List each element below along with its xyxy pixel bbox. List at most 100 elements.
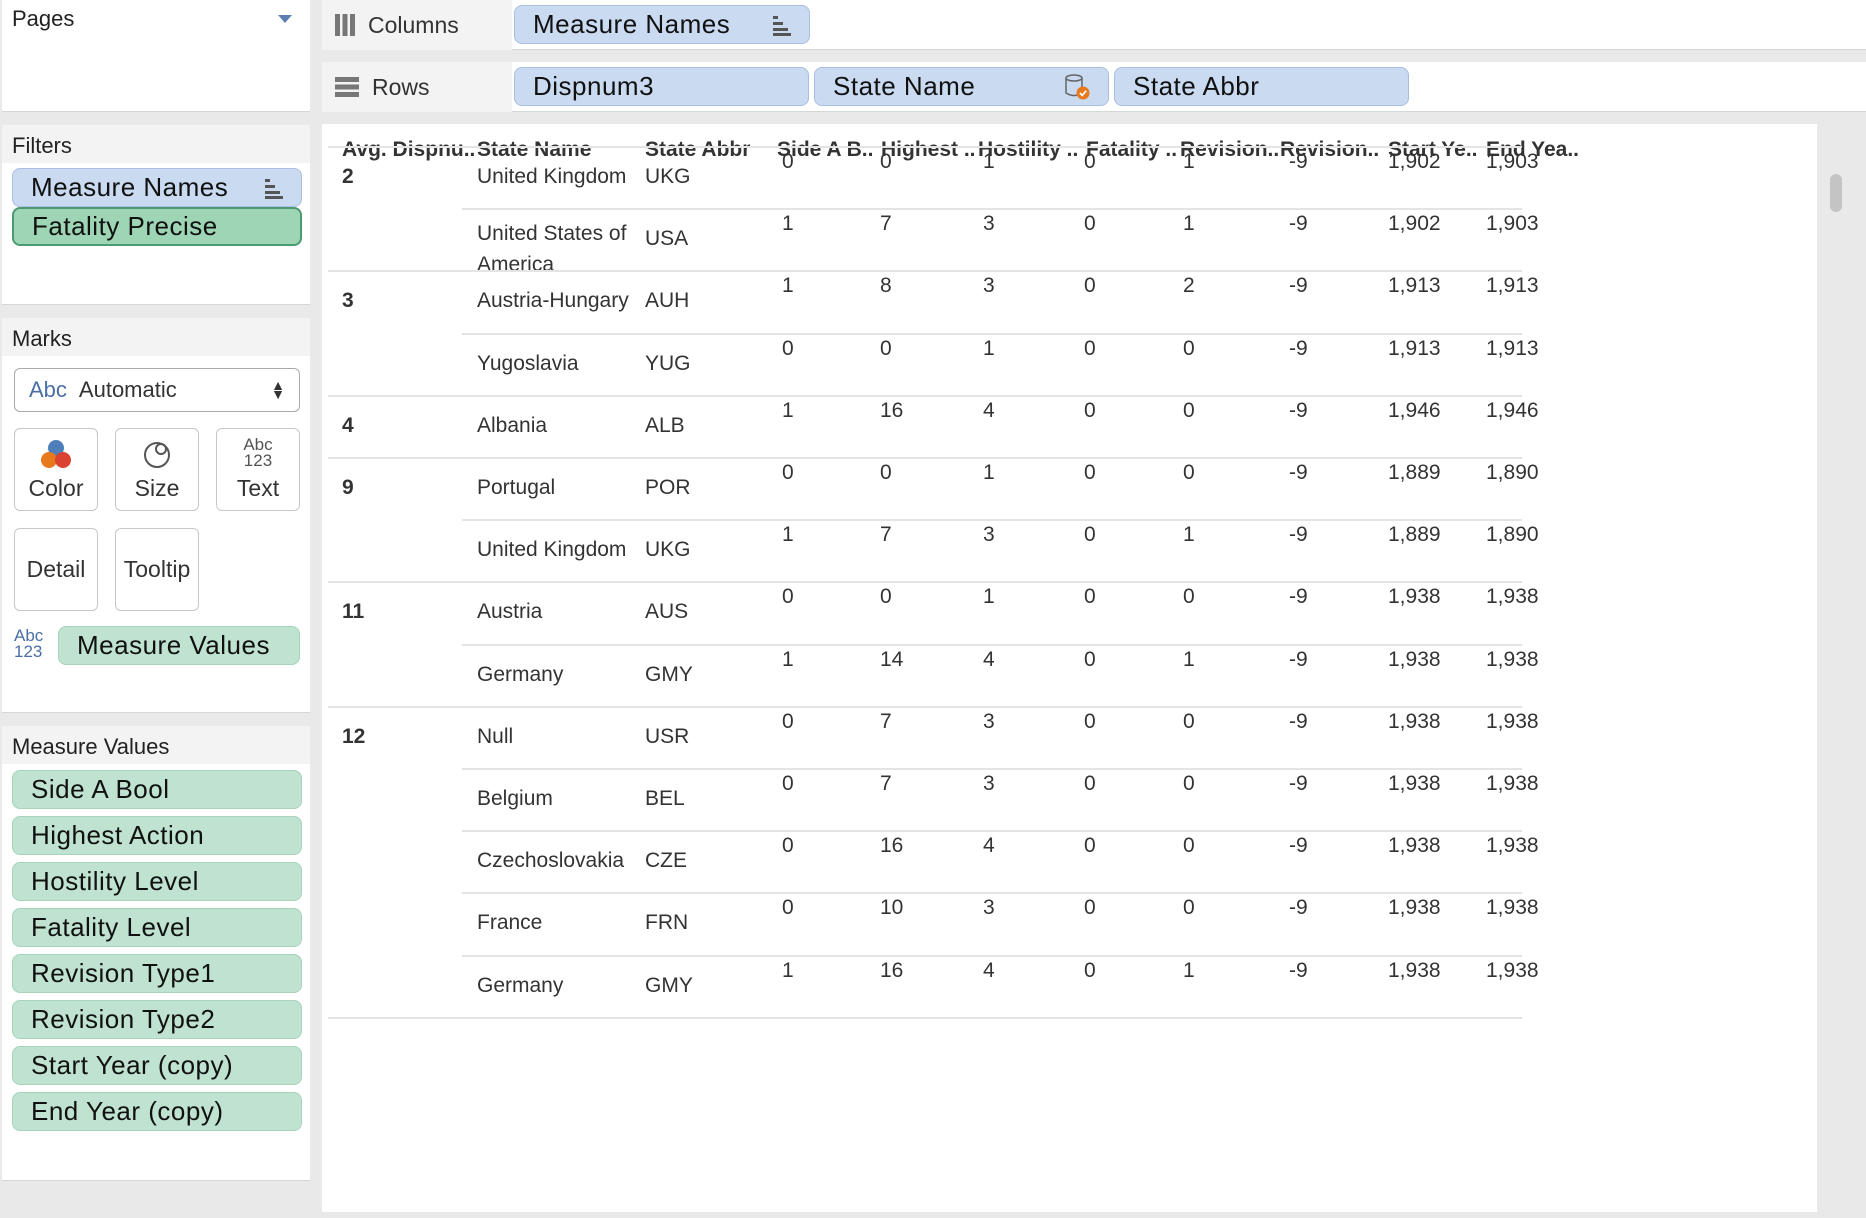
state-abbr-cell: CZE <box>645 849 687 873</box>
measure-value-cell: 3 <box>983 212 995 236</box>
pages-header[interactable]: Pages <box>2 0 310 38</box>
measure-value-cell: 1,938 <box>1388 709 1441 733</box>
measure-value-cell: 1,938 <box>1486 958 1539 982</box>
pill-label: Side A Bool <box>31 774 170 804</box>
measure-pill-side-a-bool[interactable]: Side A Bool <box>12 770 302 809</box>
pill-label: Revision Type1 <box>31 958 216 988</box>
measure-value-cell: 1,938 <box>1486 772 1539 795</box>
state-name-cell: Germany <box>477 973 564 997</box>
state-name-cell: Yugoslavia <box>477 351 579 375</box>
measure-value-cell: 1,913 <box>1486 274 1539 298</box>
text-mark-icon-123: 123 <box>14 642 43 661</box>
measure-value-cell: 1,938 <box>1486 647 1539 671</box>
text-button[interactable]: Abc 123 Text <box>216 428 300 511</box>
rows-pill-dispnum3[interactable]: Dispnum3 <box>514 67 809 106</box>
measure-value-cell: 0 <box>782 896 794 920</box>
measure-value-cell: -9 <box>1289 398 1308 422</box>
row-divider <box>462 768 1522 770</box>
state-abbr-cell: USR <box>645 724 690 748</box>
detail-button[interactable]: Detail <box>14 528 98 611</box>
color-button[interactable]: Color <box>14 428 98 511</box>
tooltip-button[interactable]: Tooltip <box>115 528 199 611</box>
filter-pill-fatality-precise[interactable]: Fatality Precise <box>12 207 302 246</box>
measure-pill-start-year[interactable]: Start Year (copy) <box>12 1046 302 1085</box>
mark-type-select[interactable]: Abc Automatic ▲ ▼ <box>14 368 300 412</box>
pill-label: Measure Values <box>77 630 270 660</box>
filters-title: Filters <box>2 125 310 163</box>
measure-value-cell: 1 <box>782 523 794 547</box>
sort-icon <box>773 14 791 36</box>
rows-pill-state-name[interactable]: State Name <box>814 67 1109 106</box>
measure-value-cell: 0 <box>880 585 892 609</box>
state-name-cell: United Kingdom <box>477 538 627 562</box>
measure-value-cell: 1,890 <box>1486 523 1539 547</box>
measure-value-cell: 0 <box>1084 523 1096 547</box>
state-name-cell: Portugal <box>477 476 556 499</box>
size-icon <box>144 442 170 468</box>
size-button[interactable]: Size <box>115 428 199 511</box>
measure-value-cell: -9 <box>1289 336 1308 360</box>
measure-value-cell: 0 <box>1084 834 1096 858</box>
column-header[interactable]: Highest .. <box>881 138 976 162</box>
columns-shelf[interactable]: Columns Measure Names <box>322 0 1866 50</box>
row-divider <box>328 705 1522 708</box>
text-icon: Abc 123 <box>243 436 272 469</box>
chevron-down-icon[interactable] <box>278 15 292 23</box>
column-header[interactable]: Fatality .. <box>1086 138 1177 162</box>
scrollbar-thumb[interactable] <box>1830 174 1842 212</box>
group-dispnum-cell: 9 <box>342 476 354 499</box>
measure-value-cell: -9 <box>1289 772 1308 795</box>
measure-values-card: Measure Values Side A Bool Highest Actio… <box>2 726 310 1181</box>
row-divider <box>328 581 1522 584</box>
column-header[interactable]: State Name <box>477 138 591 162</box>
measure-pill-hostility-level[interactable]: Hostility Level <box>12 862 302 901</box>
measure-value-cell: 1,902 <box>1388 212 1441 236</box>
pill-label: End Year (copy) <box>31 1096 224 1126</box>
measure-value-cell: 0 <box>782 336 794 360</box>
group-dispnum-cell: 2 <box>342 165 354 188</box>
measure-value-cell: 0 <box>1183 336 1195 360</box>
state-name-line1: United States of <box>477 222 627 246</box>
measure-value-cell: 1 <box>782 274 794 298</box>
measure-value-cell: 0 <box>782 150 794 173</box>
text-mark-icon: Abc 123 <box>14 627 43 661</box>
measure-value-cell: 1,889 <box>1388 523 1441 547</box>
pages-title: Pages <box>12 6 75 31</box>
state-abbr-cell: USA <box>645 227 689 251</box>
mark-type-value: Automatic <box>78 377 177 402</box>
measure-value-cell: 16 <box>880 958 904 982</box>
measure-pill-end-year[interactable]: End Year (copy) <box>12 1092 302 1131</box>
column-header[interactable]: Revision.. <box>1180 138 1279 162</box>
rows-label-text: Rows <box>372 73 430 100</box>
measure-value-cell: 3 <box>983 709 995 733</box>
marks-measure-values-pill[interactable]: Measure Values <box>58 626 300 665</box>
column-header[interactable]: Avg. Dispnu.. <box>342 138 475 162</box>
measure-value-cell: 0 <box>1084 709 1096 733</box>
measure-pill-revision-type2[interactable]: Revision Type2 <box>12 1000 302 1039</box>
measure-value-cell: 10 <box>880 896 904 920</box>
measure-pill-revision-type1[interactable]: Revision Type1 <box>12 954 302 993</box>
color-icon <box>41 440 71 468</box>
column-header[interactable]: State Abbr <box>645 138 750 162</box>
rows-shelf[interactable]: Rows Dispnum3 State Name State Abbr <box>322 62 1866 112</box>
measure-value-cell: 0 <box>1084 150 1096 173</box>
filter-pill-label: Fatality Precise <box>32 211 218 241</box>
row-divider <box>462 954 1522 957</box>
filter-pill-measure-names[interactable]: Measure Names <box>12 168 302 207</box>
row-divider <box>462 830 1522 833</box>
measure-value-cell: 1 <box>782 647 794 671</box>
group-dispnum-cell: 4 <box>342 413 354 437</box>
measure-value-cell: 3 <box>983 772 995 795</box>
vertical-scrollbar[interactable] <box>1828 172 1844 1212</box>
rows-pill-state-abbr[interactable]: State Abbr <box>1114 67 1409 106</box>
state-abbr-cell: FRN <box>645 911 689 935</box>
measure-value-cell: -9 <box>1289 958 1308 982</box>
abc-icon: Abc <box>29 377 67 402</box>
text-label: Text <box>236 475 280 501</box>
columns-pill-measure-names[interactable]: Measure Names <box>514 5 810 44</box>
row-divider <box>462 208 1522 211</box>
rows-shelf-label: Rows <box>322 62 512 112</box>
measure-pill-fatality-level[interactable]: Fatality Level <box>12 908 302 947</box>
measure-pill-highest-action[interactable]: Highest Action <box>12 816 302 855</box>
measure-value-cell: 1,938 <box>1388 834 1441 858</box>
